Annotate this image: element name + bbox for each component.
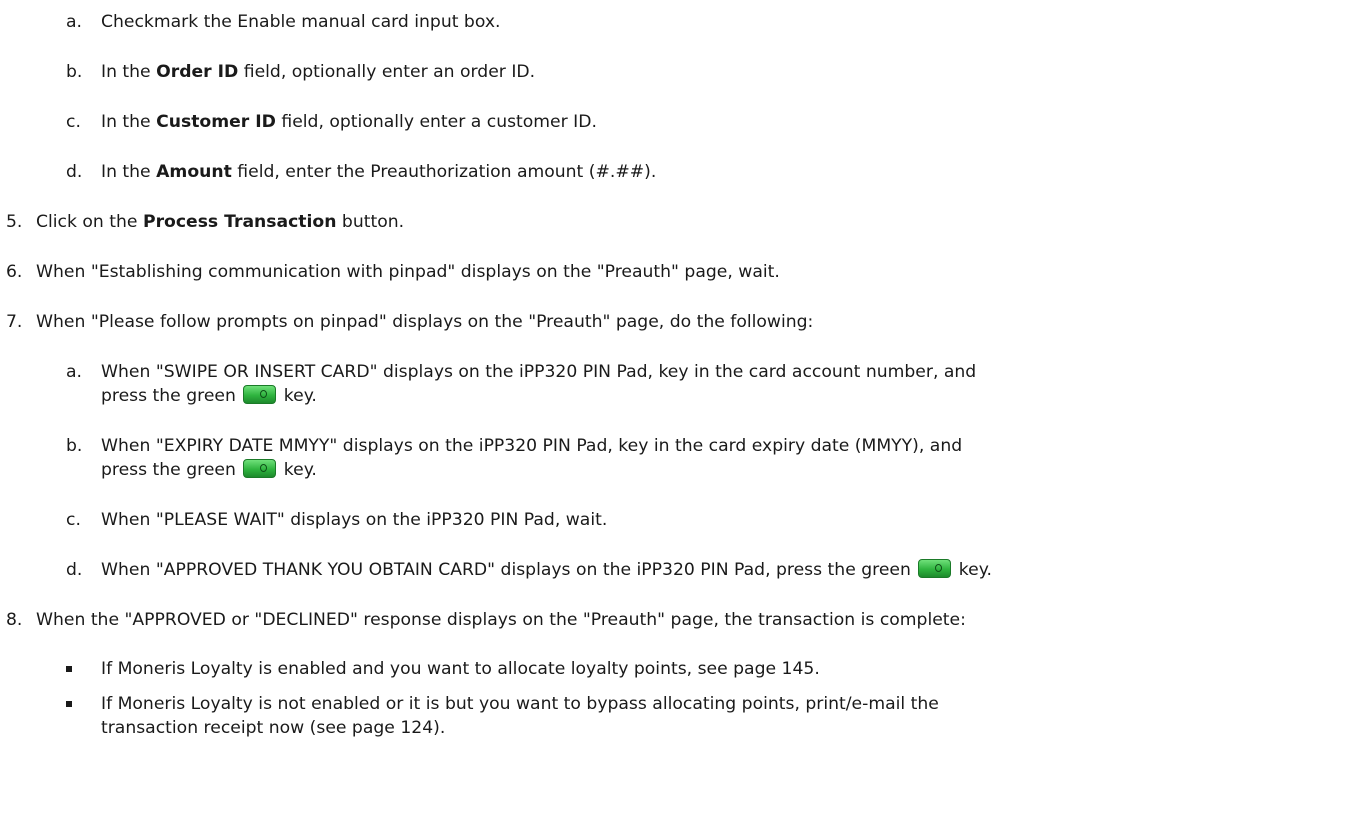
step-4d-text: In the Amount field, enter the Preauthor… (101, 161, 656, 183)
step-4b-bold: Order ID (156, 62, 239, 82)
step-4c-pre: In the (101, 112, 157, 132)
step-7d-pre: When "APPROVED THANK YOU OBTAIN CARD" di… (101, 560, 917, 580)
step-7b-line2-post: key. (278, 460, 317, 480)
step-7a-marker: a. (66, 362, 82, 382)
step-7a-line2: press the green key. (101, 385, 317, 407)
step-4b-pre: In the (101, 62, 157, 82)
square-bullet-icon (66, 701, 72, 707)
green-ok-key-icon (243, 385, 277, 404)
step-8-marker: 8. (6, 610, 23, 630)
step-5-bold: Process Transaction (142, 212, 337, 232)
step-4c-post: field, optionally enter a customer ID. (275, 112, 597, 132)
step-7c-marker: c. (66, 510, 81, 530)
step-4c-marker: c. (66, 112, 81, 132)
step-4d-pre: In the (101, 162, 157, 182)
step-7-text: When "Please follow prompts on pinpad" d… (36, 312, 814, 332)
step-7d-post: key. (953, 560, 992, 580)
step-5-marker: 5. (6, 212, 23, 232)
step-7b-line2-pre: press the green (101, 460, 242, 480)
step-7c-text: When "PLEASE WAIT" displays on the iPP32… (101, 510, 608, 530)
step-7b-text: When "EXPIRY DATE MMYY" displays on the … (101, 436, 963, 456)
square-bullet-icon (66, 666, 72, 672)
step-5-text: Click on the Process Transaction button. (36, 211, 404, 233)
step-6-marker: 6. (6, 262, 23, 282)
step-4c-bold: Customer ID (156, 112, 276, 132)
step-7a-line2-pre: press the green (101, 386, 242, 406)
step-7b-line2: press the green key. (101, 459, 317, 481)
step-4a-text: Checkmark the Enable manual card input b… (101, 12, 501, 32)
green-ok-key-icon (243, 459, 277, 478)
step-7-marker: 7. (6, 312, 23, 332)
step-4d-post: field, enter the Preauthorization amount… (231, 162, 657, 182)
step-6-text: When "Establishing communication with pi… (36, 262, 780, 282)
step-4b-marker: b. (66, 62, 83, 82)
step-4d-marker: d. (66, 162, 83, 182)
step-7b-marker: b. (66, 436, 83, 456)
step-7d-marker: d. (66, 560, 83, 580)
step-4b-text: In the Order ID field, optionally enter … (101, 61, 535, 83)
green-ok-key-icon (918, 559, 952, 578)
step-7a-line2-post: key. (278, 386, 317, 406)
step-4a-marker: a. (66, 12, 82, 32)
step-4c-text: In the Customer ID field, optionally ent… (101, 111, 597, 133)
bullet-2-line2: transaction receipt now (see page 124). (101, 718, 446, 738)
step-4b-post: field, optionally enter an order ID. (238, 62, 536, 82)
step-5-post: button. (336, 212, 405, 232)
bullet-1-text: If Moneris Loyalty is enabled and you wa… (101, 659, 820, 679)
step-4d-bold: Amount (156, 162, 232, 182)
step-7a-text: When "SWIPE OR INSERT CARD" displays on … (101, 362, 977, 382)
step-7d-text: When "APPROVED THANK YOU OBTAIN CARD" di… (101, 559, 992, 581)
bullet-2-text: If Moneris Loyalty is not enabled or it … (101, 694, 939, 714)
step-8-text: When the "APPROVED or "DECLINED" respons… (36, 610, 966, 630)
step-5-pre: Click on the (36, 212, 143, 232)
